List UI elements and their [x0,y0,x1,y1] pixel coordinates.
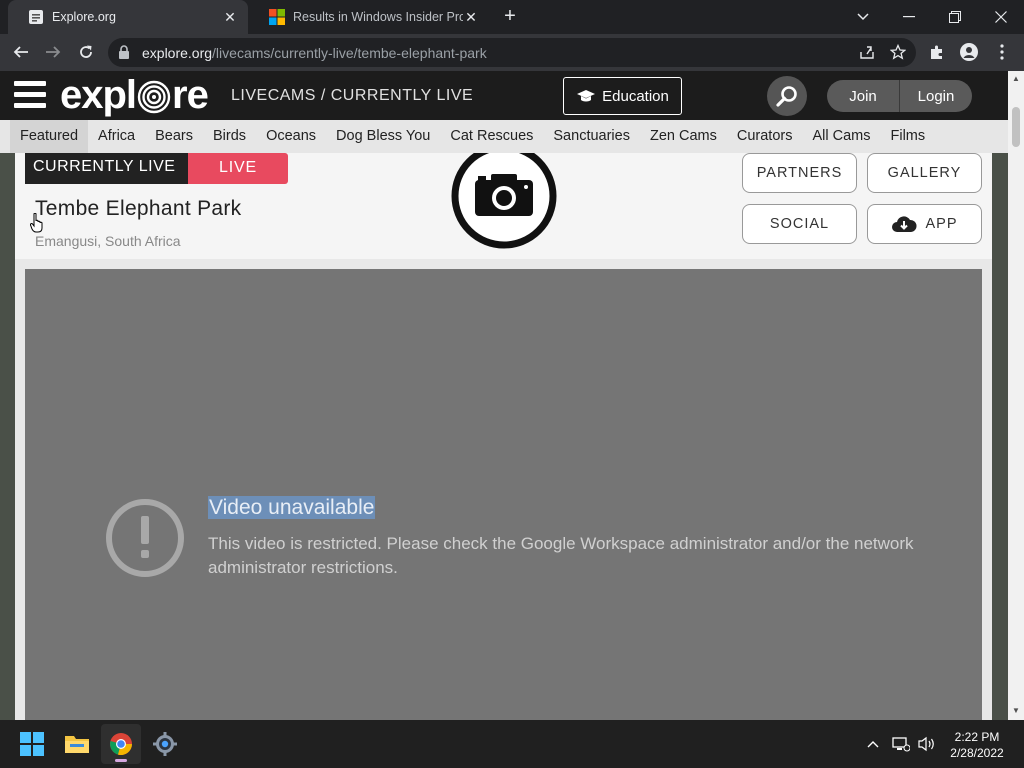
volume-icon[interactable] [916,734,938,754]
browser-toolbar: explore.org/livecams/currently-live/temb… [0,34,1024,71]
url-text: explore.org/livecams/currently-live/temb… [142,45,487,61]
site-header: expl re LIVECAMS / CURRENTLY LIVE Educat… [0,71,1008,120]
category-all-cams[interactable]: All Cams [802,120,880,153]
microsoft-favicon-icon [269,9,285,25]
back-icon[interactable] [8,39,34,65]
extensions-puzzle-icon[interactable] [926,41,948,63]
active-app-indicator [115,759,127,762]
minimize-icon[interactable] [886,0,932,34]
search-icon [776,86,797,107]
close-tab-icon[interactable]: ✕ [222,9,238,26]
browser-tab-strip: Explore.org ✕ Results in Windows Insider… [0,0,1024,34]
cam-title: Tembe Elephant Park [35,197,242,220]
currently-live-badge: CURRENTLY LIVE LIVE [25,153,288,184]
chrome-taskbar-button[interactable] [101,724,141,764]
app-button[interactable]: APP [867,204,982,244]
tab-explore[interactable]: Explore.org ✕ [8,0,248,34]
reload-icon[interactable] [73,39,99,65]
restore-icon[interactable] [932,0,978,34]
education-button[interactable]: Education [563,77,682,115]
category-africa[interactable]: Africa [88,120,145,153]
page-scrollbar[interactable]: ▲ ▼ [1008,71,1024,720]
settings-gear-icon [153,732,177,756]
category-films[interactable]: Films [880,120,935,153]
explore-favicon-icon [29,10,43,24]
category-oceans[interactable]: Oceans [256,120,326,153]
app-label: APP [925,216,958,232]
video-frame: Video unavailable This video is restrict… [15,259,992,720]
forward-icon[interactable] [40,39,66,65]
category-nav: Featured Africa Bears Birds Oceans Dog B… [0,120,1008,153]
partners-button[interactable]: PARTNERS [742,153,857,193]
close-window-icon[interactable] [978,0,1024,34]
explore-logo[interactable]: expl re [60,72,209,117]
gallery-button[interactable]: GALLERY [867,153,982,193]
video-error-message: This video is restricted. Please check t… [208,534,914,577]
more-menu-icon[interactable] [991,41,1013,63]
live-badge: LIVE [188,153,288,184]
category-zen-cams[interactable]: Zen Cams [640,120,727,153]
folder-icon [65,736,89,753]
cam-location: Emangusi, South Africa [35,233,181,249]
tab-search-icon[interactable] [840,0,886,34]
category-birds[interactable]: Birds [203,120,256,153]
system-clock[interactable]: 2:22 PM 2/28/2022 [944,729,1010,761]
hamburger-menu-icon[interactable] [14,81,46,111]
logo-text-start: expl [60,72,137,117]
scroll-down-icon[interactable]: ▼ [1012,707,1020,715]
profile-avatar-icon[interactable] [958,41,980,63]
category-cat-rescues[interactable]: Cat Rescues [440,120,543,153]
show-hidden-icons-icon[interactable] [864,734,882,754]
auth-buttons: Join Login [827,80,972,112]
settings-taskbar-button[interactable] [145,724,185,764]
chrome-icon [110,733,133,756]
social-button[interactable]: SOCIAL [742,204,857,244]
share-icon[interactable] [856,41,878,63]
graduation-cap-icon [577,90,596,102]
address-bar[interactable]: explore.org/livecams/currently-live/temb… [108,38,916,67]
network-icon[interactable] [890,734,912,754]
category-dog-bless-you[interactable]: Dog Bless You [326,120,440,153]
video-error-title: Video unavailable [208,496,376,519]
scrollbar-thumb[interactable] [1012,107,1020,147]
cloud-download-icon [892,216,918,232]
tab-title: Results in Windows Insider Progr [293,10,463,24]
tab-title: Explore.org [52,10,116,24]
video-player[interactable]: Video unavailable This video is restrict… [25,269,982,720]
tab-windows-insider[interactable]: Results in Windows Insider Progr ✕ [249,0,489,34]
new-tab-icon[interactable]: + [500,6,520,28]
currently-live-label: CURRENTLY LIVE [25,153,188,184]
category-featured[interactable]: Featured [10,120,89,153]
mouse-cursor-icon [30,213,43,233]
cam-info-panel: CURRENTLY LIVE LIVE Tembe Elephant Park … [15,153,992,259]
explore-spiral-icon [137,80,171,114]
camera-icon[interactable] [451,153,557,249]
scroll-up-icon[interactable]: ▲ [1012,75,1020,83]
clock-date: 2/28/2022 [950,746,1004,760]
login-button[interactable]: Login [900,80,972,112]
lock-icon[interactable] [118,45,130,59]
windows-taskbar: 2:22 PM 2/28/2022 [0,720,1024,768]
category-bears[interactable]: Bears [145,120,203,153]
start-button[interactable] [12,724,52,764]
clock-time: 2:22 PM [954,730,1000,744]
close-tab-icon[interactable]: ✕ [463,9,479,26]
logo-text-end: re [172,72,209,117]
breadcrumb: LIVECAMS / CURRENTLY LIVE [231,87,474,104]
search-button[interactable] [767,76,807,116]
category-sanctuaries[interactable]: Sanctuaries [543,120,640,153]
page-viewport: expl re LIVECAMS / CURRENTLY LIVE Educat… [0,71,1008,720]
file-explorer-button[interactable] [57,724,97,764]
join-button[interactable]: Join [827,80,900,112]
category-curators[interactable]: Curators [727,120,803,153]
exclamation-circle-icon [106,499,184,577]
education-label: Education [602,87,669,105]
bookmark-star-icon[interactable] [887,41,909,63]
windows-logo-icon [20,732,44,756]
